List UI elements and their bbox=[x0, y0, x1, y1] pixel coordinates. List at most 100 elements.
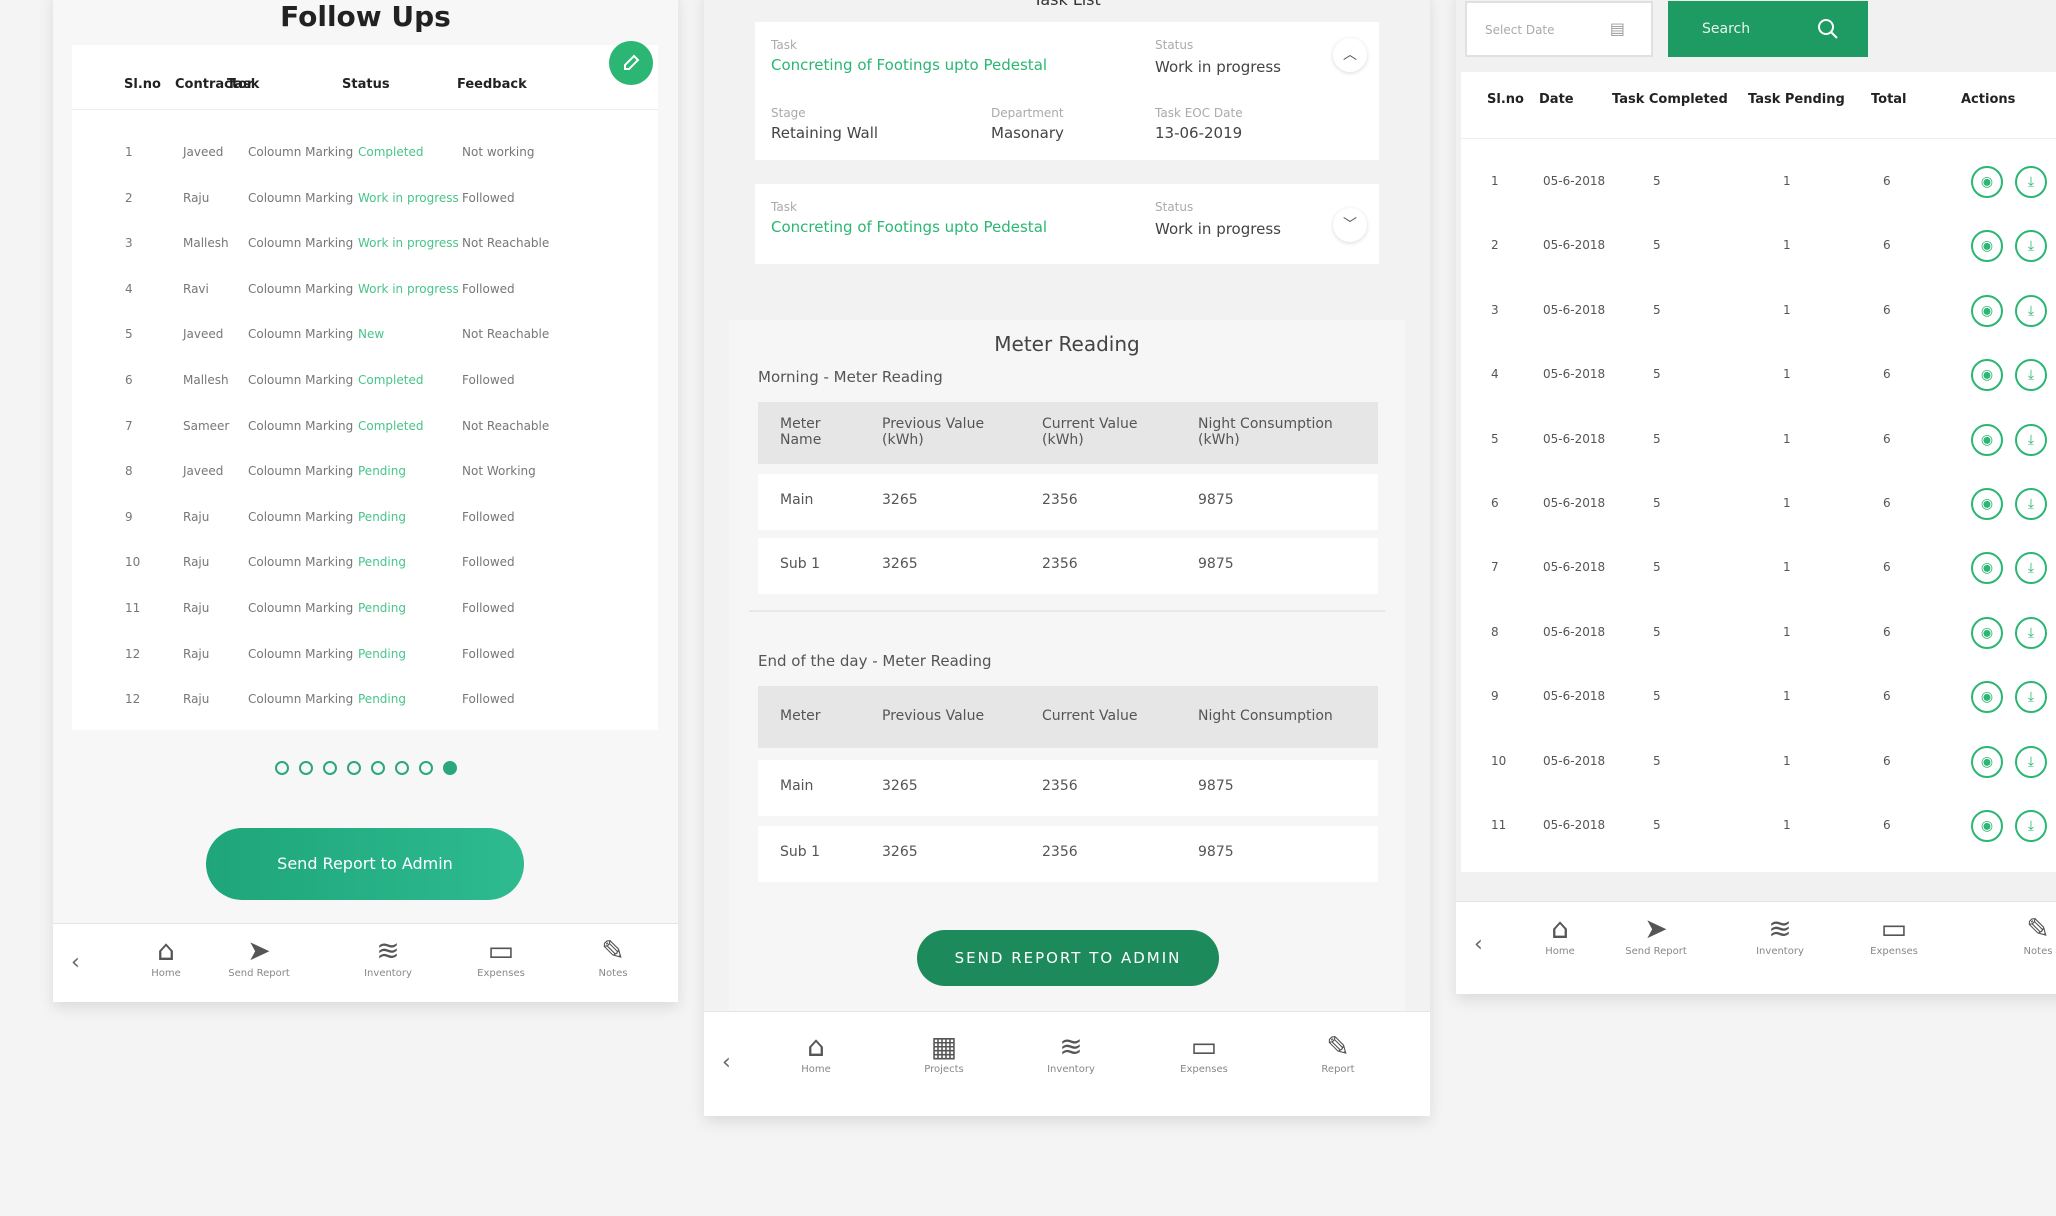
projects-icon: ▦ bbox=[930, 1030, 958, 1063]
back-icon[interactable]: ‹ bbox=[71, 950, 80, 975]
nav-item-cash[interactable]: ▭ Expenses bbox=[1164, 1030, 1244, 1075]
view-icon[interactable]: ◉ bbox=[1971, 552, 2003, 585]
pagination-dot[interactable] bbox=[274, 761, 289, 775]
cell-task: Coloumn Marking bbox=[248, 692, 354, 707]
nav-label: Home bbox=[151, 968, 181, 979]
eod-table-header: Meter Previous Value Current Value Night… bbox=[758, 686, 1378, 748]
cell-date: 05-6-2018 bbox=[1543, 753, 1606, 768]
download-icon[interactable]: ⤓ bbox=[2015, 552, 2047, 585]
pagination-dot[interactable] bbox=[394, 761, 409, 775]
cell-feedback: Followed bbox=[462, 190, 515, 205]
view-icon[interactable]: ◉ bbox=[1971, 230, 2003, 263]
nav-item-layers[interactable]: ≋ Inventory bbox=[1031, 1030, 1111, 1075]
download-icon[interactable]: ⤓ bbox=[2015, 616, 2047, 649]
pagination-dot[interactable] bbox=[322, 761, 337, 775]
view-icon[interactable]: ◉ bbox=[1971, 745, 2003, 778]
view-icon[interactable]: ◉ bbox=[1971, 616, 2003, 649]
nav-item-cash[interactable]: ▭ Expenses bbox=[461, 934, 541, 979]
nav-item-projects[interactable]: ▦ Projects bbox=[904, 1030, 984, 1075]
cell-feedback: Followed bbox=[462, 281, 515, 296]
pagination-dot[interactable] bbox=[346, 761, 361, 775]
consumption-value: 9875 bbox=[1198, 778, 1234, 794]
view-icon[interactable]: ◉ bbox=[1971, 423, 2003, 456]
notes-icon: ✎ bbox=[601, 934, 625, 967]
meter-name: Main bbox=[780, 492, 814, 508]
nav-item-layers[interactable]: ≋ Inventory bbox=[1740, 912, 1820, 957]
task-card-collapsed[interactable]: Task Concreting of Footings upto Pedesta… bbox=[755, 184, 1379, 264]
download-icon[interactable]: ⤓ bbox=[2015, 230, 2047, 263]
cell-task: Coloumn Marking bbox=[248, 601, 354, 615]
cell-completed: 5 bbox=[1653, 560, 1661, 575]
nav-item-send[interactable]: ➤ Send Report bbox=[1616, 912, 1696, 957]
cell-contractor: Sameer bbox=[183, 418, 230, 433]
calendar-icon[interactable]: ▤ bbox=[1610, 19, 1625, 38]
edit-button[interactable] bbox=[609, 41, 653, 85]
view-icon[interactable]: ◉ bbox=[1971, 166, 2003, 198]
download-icon[interactable]: ⤓ bbox=[2015, 423, 2047, 456]
pagination-dot[interactable] bbox=[418, 761, 433, 775]
download-icon[interactable]: ⤓ bbox=[2015, 488, 2047, 520]
header-current: Current Value (kWh) bbox=[1042, 416, 1138, 448]
chevron-up-icon[interactable]: ︿ bbox=[1333, 38, 1367, 72]
header-slno: Sl.no bbox=[1487, 92, 1524, 107]
cell-date: 05-6-2018 bbox=[1543, 624, 1606, 639]
cell-completed: 5 bbox=[1653, 367, 1661, 382]
date-picker[interactable]: Select Date ▤ bbox=[1465, 1, 1653, 57]
view-icon[interactable]: ◉ bbox=[1971, 681, 2003, 714]
morning-table-header: Meter Name Previous Value (kWh) Current … bbox=[758, 402, 1378, 464]
stage-label: Stage bbox=[771, 106, 806, 120]
back-icon[interactable]: ‹ bbox=[722, 1050, 731, 1075]
view-icon[interactable]: ◉ bbox=[1971, 294, 2003, 327]
download-icon[interactable]: ⤓ bbox=[2015, 166, 2047, 198]
table-row: 8 05-6-2018 5 1 6 ◉ ⤓ bbox=[1461, 615, 2056, 655]
pagination-dot[interactable] bbox=[442, 761, 457, 775]
download-icon[interactable]: ⤓ bbox=[2015, 745, 2047, 778]
nav-item-home[interactable]: ⌂ Home bbox=[126, 934, 206, 979]
cell-task: Coloumn Marking bbox=[248, 509, 354, 524]
department-value: Masonary bbox=[991, 124, 1064, 142]
search-button[interactable]: Search bbox=[1668, 1, 1868, 57]
download-icon[interactable]: ⤓ bbox=[2015, 294, 2047, 327]
cell-feedback: Followed bbox=[462, 555, 515, 570]
send-report-button[interactable]: SEND REPORT TO ADMIN bbox=[917, 930, 1219, 986]
table-row: 10 05-6-2018 5 1 6 ◉ ⤓ bbox=[1461, 744, 2056, 784]
cell-completed: 5 bbox=[1653, 689, 1661, 704]
nav-item-home[interactable]: ⌂ Home bbox=[776, 1030, 856, 1075]
follow-ups-panel: Follow Ups Sl.no Contractor Task Status … bbox=[53, 0, 678, 1002]
nav-item-report[interactable]: ✎ Report bbox=[1298, 1030, 1378, 1075]
view-icon[interactable]: ◉ bbox=[1971, 359, 2003, 392]
header-current: Current Value bbox=[1042, 708, 1138, 724]
download-icon[interactable]: ⤓ bbox=[2015, 681, 2047, 714]
nav-item-notes[interactable]: ✎ Notes bbox=[573, 934, 653, 979]
consumption-value: 9875 bbox=[1198, 492, 1234, 508]
cell-feedback: Followed bbox=[462, 509, 515, 524]
pagination-dot[interactable] bbox=[370, 761, 385, 775]
nav-item-cash[interactable]: ▭ Expenses bbox=[1854, 912, 1934, 957]
send-report-button[interactable]: Send Report to Admin bbox=[206, 828, 524, 900]
table-row: 2 Raju Coloumn Marking Work in progress Foll… bbox=[72, 191, 658, 213]
table-row: 6 05-6-2018 5 1 6 ◉ ⤓ bbox=[1461, 486, 2056, 526]
view-icon[interactable]: ◉ bbox=[1971, 810, 2003, 842]
cell-task: Coloumn Marking bbox=[248, 464, 354, 479]
cell-contractor: Raju bbox=[183, 509, 210, 524]
download-icon[interactable]: ⤓ bbox=[2015, 810, 2047, 842]
pagination-dot[interactable] bbox=[298, 761, 313, 775]
status-label: Status bbox=[1155, 200, 1194, 214]
cash-icon: ▭ bbox=[487, 934, 515, 967]
task-card-expanded[interactable]: Task Concreting of Footings upto Pedesta… bbox=[755, 22, 1379, 160]
view-icon[interactable]: ◉ bbox=[1971, 488, 2003, 520]
layers-icon: ≋ bbox=[376, 934, 400, 967]
consumption-value: 9875 bbox=[1198, 844, 1234, 860]
nav-item-home[interactable]: ⌂ Home bbox=[1520, 912, 1600, 957]
back-icon[interactable]: ‹ bbox=[1474, 932, 1483, 957]
pagination-dots bbox=[53, 760, 678, 790]
nav-item-layers[interactable]: ≋ Inventory bbox=[348, 934, 428, 979]
chevron-down-icon[interactable]: ﹀ bbox=[1333, 208, 1367, 242]
cell-task: Coloumn Marking bbox=[248, 236, 354, 251]
download-icon[interactable]: ⤓ bbox=[2015, 359, 2047, 392]
cell-contractor: Raju bbox=[183, 190, 210, 205]
cell-completed: 5 bbox=[1653, 174, 1661, 188]
cell-status: Pending bbox=[358, 692, 406, 707]
nav-item-notes[interactable]: ✎ Notes bbox=[1998, 912, 2056, 957]
nav-item-send[interactable]: ➤ Send Report bbox=[219, 934, 299, 979]
